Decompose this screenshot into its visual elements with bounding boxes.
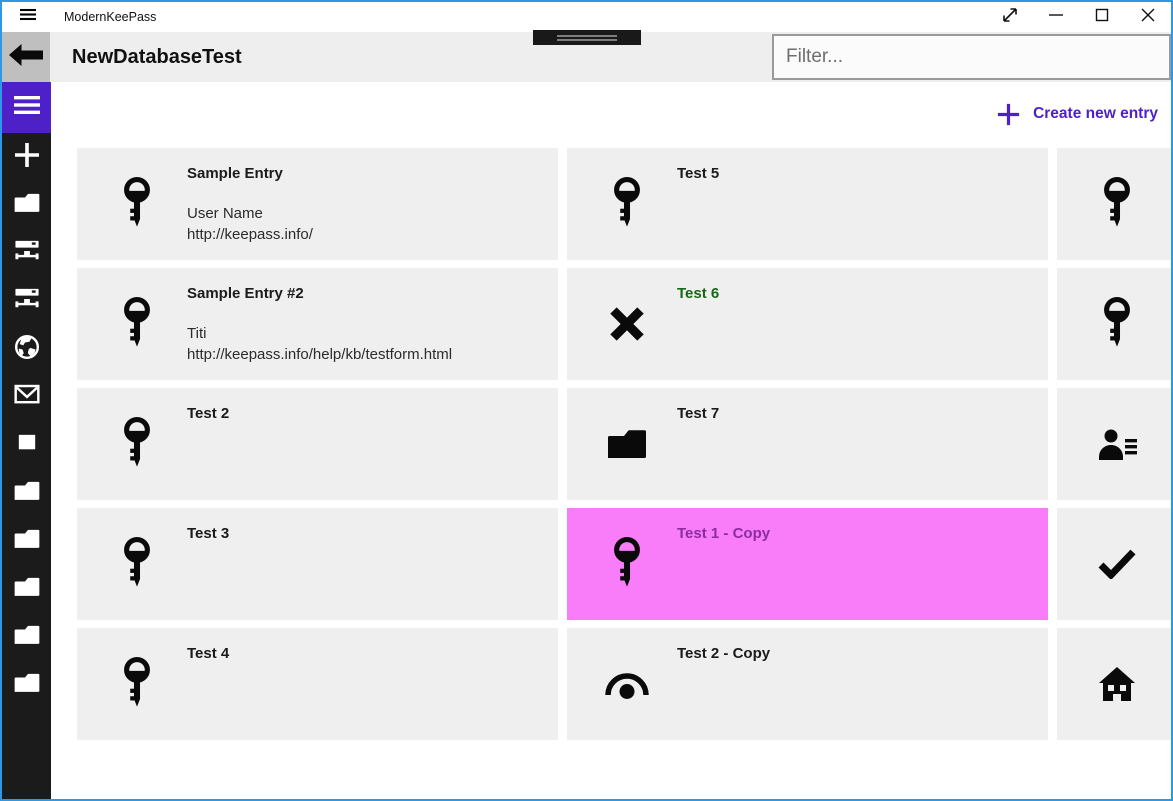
entry-card[interactable] (1057, 508, 1171, 620)
minimize-icon (1046, 5, 1066, 30)
main-content: Create new entry Sample Entry User Name … (51, 82, 1171, 799)
entry-title: Sample Entry #2 (187, 285, 304, 302)
folder-icon (14, 193, 40, 218)
network-icon (14, 287, 40, 315)
titlebar-hamburger-button[interactable] (16, 7, 40, 27)
entry-card[interactable] (1057, 388, 1171, 500)
key-icon (113, 268, 161, 380)
key-icon (113, 388, 161, 500)
network-icon (14, 239, 40, 267)
key-icon (603, 148, 651, 260)
folder-icon (14, 481, 40, 506)
folder-icon (603, 388, 651, 500)
entry-card[interactable]: Test 3 (77, 508, 558, 620)
entry-title: Test 4 (187, 645, 230, 662)
close-icon (1138, 5, 1158, 30)
entry-card[interactable]: Sample Entry #2 Titi http://keepass.info… (77, 268, 558, 380)
folder-icon (14, 577, 40, 602)
entry-card[interactable]: Test 6 (567, 268, 1048, 380)
entry-card[interactable]: Test 2 - Copy (567, 628, 1048, 740)
sidebar-folder-button-4[interactable] (2, 565, 51, 613)
app-window: ModernKeePass NewDatabaseTest Filter... … (0, 0, 1173, 801)
entry-title: Test 2 - Copy (677, 645, 771, 662)
sidebar-globe-button[interactable] (2, 325, 51, 373)
entry-title: Test 2 (187, 405, 230, 422)
contact-icon (1093, 388, 1141, 500)
entry-title: Test 5 (677, 165, 720, 182)
check-icon (1093, 508, 1141, 620)
entry-card[interactable]: Test 4 (77, 628, 558, 740)
entry-title: Test 3 (187, 525, 230, 542)
plus-icon (997, 103, 1020, 126)
sidebar-folder-button-3[interactable] (2, 517, 51, 565)
sidebar-folder-button-6[interactable] (2, 661, 51, 709)
home-icon (1093, 628, 1141, 740)
mail-icon (13, 384, 40, 409)
entry-title: Sample Entry (187, 165, 283, 182)
sidebar-network-button-1[interactable] (2, 229, 51, 277)
window-resize-button[interactable] (987, 2, 1033, 32)
entry-card[interactable] (1057, 268, 1171, 380)
folder-icon (14, 529, 40, 554)
entry-username: Titi (187, 325, 207, 342)
sidebar-folder-button-5[interactable] (2, 613, 51, 661)
entry-card[interactable]: Sample Entry User Name http://keepass.in… (77, 148, 558, 260)
maximize-icon (1092, 5, 1112, 30)
plus-icon (14, 142, 40, 173)
key-icon (113, 148, 161, 260)
create-new-entry-label: Create new entry (1033, 105, 1158, 122)
back-button[interactable] (2, 32, 50, 82)
sidebar-network-button-2[interactable] (2, 277, 51, 325)
x-icon (603, 268, 651, 380)
entry-url: http://keepass.info/help/kb/testform.htm… (187, 346, 453, 363)
key-icon (1093, 268, 1141, 380)
hamburger-icon (13, 95, 40, 120)
folder-icon (14, 625, 40, 650)
window-minimize-button[interactable] (1033, 2, 1079, 32)
back-arrow-icon (9, 42, 43, 73)
app-title: ModernKeePass (64, 10, 157, 24)
key-icon (603, 508, 651, 620)
resize-icon (1000, 5, 1020, 30)
hamburger-icon (20, 8, 36, 26)
entry-card[interactable] (1057, 628, 1171, 740)
filter-input[interactable] (772, 34, 1171, 80)
sidebar-mail-button[interactable] (2, 373, 51, 421)
titlebar: ModernKeePass (2, 2, 1171, 32)
key-icon (1093, 148, 1141, 260)
window-close-button[interactable] (1125, 2, 1171, 32)
sidebar-add-button[interactable] (2, 133, 51, 181)
entry-title: Test 7 (677, 405, 720, 422)
entry-card[interactable]: Test 5 (567, 148, 1048, 260)
entry-url: http://keepass.info/ (187, 226, 313, 243)
folder-icon (14, 673, 40, 698)
window-maximize-button[interactable] (1079, 2, 1125, 32)
header-drag-strip (533, 30, 641, 45)
entry-card[interactable]: Test 7 (567, 388, 1048, 500)
view-icon (603, 628, 651, 740)
sidebar-folder-button-1[interactable] (2, 181, 51, 229)
entry-username: User Name (187, 205, 263, 222)
window-controls (987, 2, 1171, 32)
entry-title: Test 1 - Copy (677, 525, 771, 542)
create-new-entry-button[interactable]: Create new entry (997, 100, 1158, 128)
entries-grid: Sample Entry User Name http://keepass.in… (77, 148, 1171, 740)
database-title: NewDatabaseTest (72, 46, 242, 68)
square-icon (14, 431, 40, 458)
entry-card[interactable]: Test 2 (77, 388, 558, 500)
entry-title: Test 6 (677, 285, 720, 302)
sidebar-folder-button-2[interactable] (2, 469, 51, 517)
entry-card[interactable] (1057, 148, 1171, 260)
filter-box (772, 34, 1171, 80)
sidebar-square-button[interactable] (2, 421, 51, 469)
key-icon (113, 508, 161, 620)
sidebar (2, 82, 51, 799)
globe-icon (14, 334, 40, 365)
sidebar-hamburger-button[interactable] (2, 82, 51, 133)
key-icon (113, 628, 161, 740)
entry-card-selected[interactable]: Test 1 - Copy (567, 508, 1048, 620)
